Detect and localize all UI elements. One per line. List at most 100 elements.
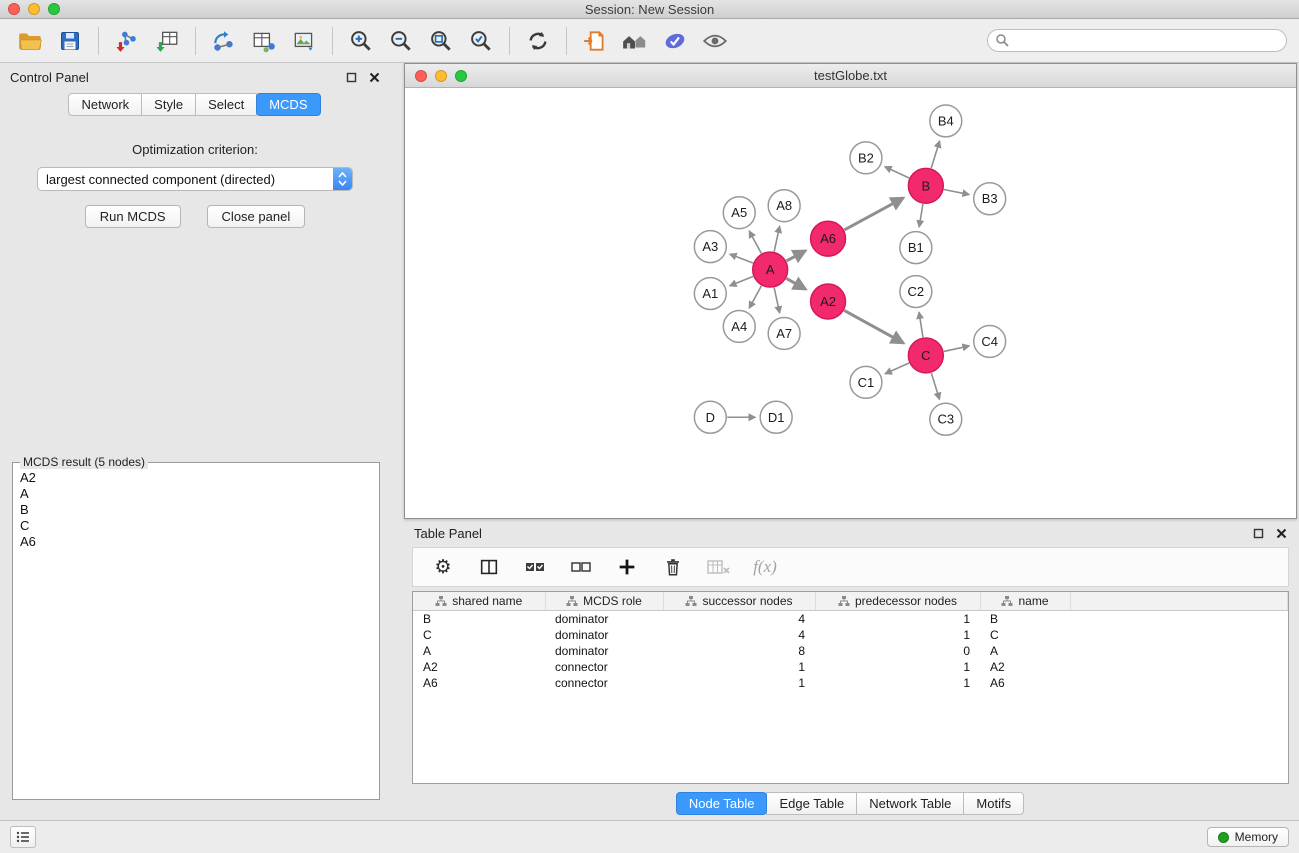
network-minimize-button[interactable] — [435, 70, 447, 82]
table-tab-motifs[interactable]: Motifs — [963, 792, 1024, 815]
node-D[interactable]: D — [694, 401, 726, 433]
edge-B-B1[interactable] — [919, 204, 923, 227]
minimize-window-button[interactable] — [28, 3, 40, 15]
node-C4[interactable]: C4 — [974, 325, 1006, 357]
tab-select[interactable]: Select — [195, 93, 257, 116]
table-row[interactable]: A6connector11A6 — [413, 675, 1288, 691]
close-table-panel-button[interactable] — [1276, 528, 1287, 539]
table-tab-edge-table[interactable]: Edge Table — [766, 792, 857, 815]
edge-A-A7[interactable] — [774, 288, 779, 313]
import-network-button[interactable] — [109, 23, 145, 59]
node-A3[interactable]: A3 — [694, 231, 726, 263]
node-A1[interactable]: A1 — [694, 278, 726, 310]
show-details-button[interactable] — [697, 23, 733, 59]
table-tab-network-table[interactable]: Network Table — [856, 792, 964, 815]
show-columns-button[interactable] — [475, 553, 503, 581]
node-A7[interactable]: A7 — [768, 317, 800, 349]
new-network-button[interactable] — [206, 23, 242, 59]
node-B4[interactable]: B4 — [930, 105, 962, 137]
save-session-button[interactable] — [52, 23, 88, 59]
edge-B-B2[interactable] — [885, 167, 909, 178]
memory-button[interactable]: Memory — [1207, 827, 1289, 847]
table-row[interactable]: Bdominator41B — [413, 611, 1288, 628]
edge-C-C3[interactable] — [931, 373, 939, 399]
edge-A-A3[interactable] — [730, 254, 753, 263]
edge-B-B3[interactable] — [944, 189, 969, 194]
edge-A-A5[interactable] — [749, 231, 761, 253]
column-header[interactable]: MCDS role — [545, 592, 663, 611]
delete-column-button[interactable] — [659, 553, 687, 581]
zoom-window-button[interactable] — [48, 3, 60, 15]
node-A8[interactable]: A8 — [768, 190, 800, 222]
import-table-button[interactable] — [149, 23, 185, 59]
result-item[interactable]: C — [18, 518, 374, 534]
node-B1[interactable]: B1 — [900, 232, 932, 264]
zoom-selected-button[interactable] — [463, 23, 499, 59]
column-header[interactable]: name — [980, 592, 1070, 611]
node-A6[interactable]: A6 — [811, 221, 846, 256]
edge-B-B4[interactable] — [931, 141, 939, 168]
export-image-button[interactable] — [286, 23, 322, 59]
node-C1[interactable]: C1 — [850, 366, 882, 398]
close-panel-action-button[interactable]: Close panel — [207, 205, 306, 228]
result-item[interactable]: A2 — [18, 470, 374, 486]
select-all-button[interactable] — [521, 553, 549, 581]
edge-C-C1[interactable] — [885, 363, 909, 374]
node-A5[interactable]: A5 — [723, 197, 755, 229]
node-A4[interactable]: A4 — [723, 311, 755, 343]
table-settings-button[interactable]: ⚙ — [429, 553, 457, 581]
zoom-fit-button[interactable] — [423, 23, 459, 59]
document-arrow-button[interactable] — [577, 23, 613, 59]
float-table-panel-button[interactable] — [1253, 528, 1264, 539]
float-panel-button[interactable] — [346, 72, 357, 83]
result-item[interactable]: A6 — [18, 534, 374, 550]
edge-A-A1[interactable] — [730, 276, 753, 285]
edge-A-A6[interactable] — [786, 251, 805, 261]
table-row[interactable]: A2connector11A2 — [413, 659, 1288, 675]
column-header[interactable]: shared name — [413, 592, 545, 611]
refresh-button[interactable] — [520, 23, 556, 59]
column-header[interactable]: successor nodes — [663, 592, 815, 611]
result-item[interactable]: B — [18, 502, 374, 518]
criterion-dropdown[interactable]: largest connected component (directed) — [37, 167, 353, 191]
network-canvas[interactable]: B4B2BB3A8A5A6B1A3AC2A1A2A4A7C4CC1C3DD1 — [405, 88, 1296, 518]
deselect-all-button[interactable] — [567, 553, 595, 581]
edge-C-C2[interactable] — [919, 312, 923, 337]
edge-C-C4[interactable] — [944, 346, 969, 351]
table-tab-node-table[interactable]: Node Table — [676, 792, 768, 815]
function-builder-button[interactable]: f(x) — [751, 553, 779, 581]
table-row[interactable]: Adominator80A — [413, 643, 1288, 659]
search-input[interactable] — [987, 29, 1287, 52]
node-B2[interactable]: B2 — [850, 142, 882, 174]
node-A2[interactable]: A2 — [811, 284, 846, 319]
home-network-button[interactable] — [617, 23, 653, 59]
edge-A6-B[interactable] — [844, 198, 903, 230]
run-mcds-button[interactable]: Run MCDS — [85, 205, 181, 228]
add-column-button[interactable] — [613, 553, 641, 581]
edge-A-A8[interactable] — [774, 226, 779, 251]
table-row[interactable]: Cdominator41C — [413, 627, 1288, 643]
tab-network[interactable]: Network — [68, 93, 142, 116]
check-badge-button[interactable] — [657, 23, 693, 59]
edge-A2-C[interactable] — [844, 310, 903, 343]
new-table-button[interactable] — [246, 23, 282, 59]
zoom-out-button[interactable] — [383, 23, 419, 59]
zoom-in-button[interactable] — [343, 23, 379, 59]
result-item[interactable]: A — [18, 486, 374, 502]
close-panel-button[interactable] — [369, 72, 380, 83]
network-close-button[interactable] — [415, 70, 427, 82]
network-zoom-button[interactable] — [455, 70, 467, 82]
task-history-button[interactable] — [10, 826, 36, 848]
node-C2[interactable]: C2 — [900, 276, 932, 308]
tab-style[interactable]: Style — [141, 93, 196, 116]
edge-A-A2[interactable] — [786, 278, 805, 289]
delete-table-button[interactable] — [705, 553, 733, 581]
node-C3[interactable]: C3 — [930, 403, 962, 435]
node-B3[interactable]: B3 — [974, 183, 1006, 215]
node-D1[interactable]: D1 — [760, 401, 792, 433]
close-window-button[interactable] — [8, 3, 20, 15]
node-A[interactable]: A — [753, 252, 788, 287]
open-session-button[interactable] — [12, 23, 48, 59]
edge-A-A4[interactable] — [749, 286, 761, 308]
node-C[interactable]: C — [908, 338, 943, 373]
